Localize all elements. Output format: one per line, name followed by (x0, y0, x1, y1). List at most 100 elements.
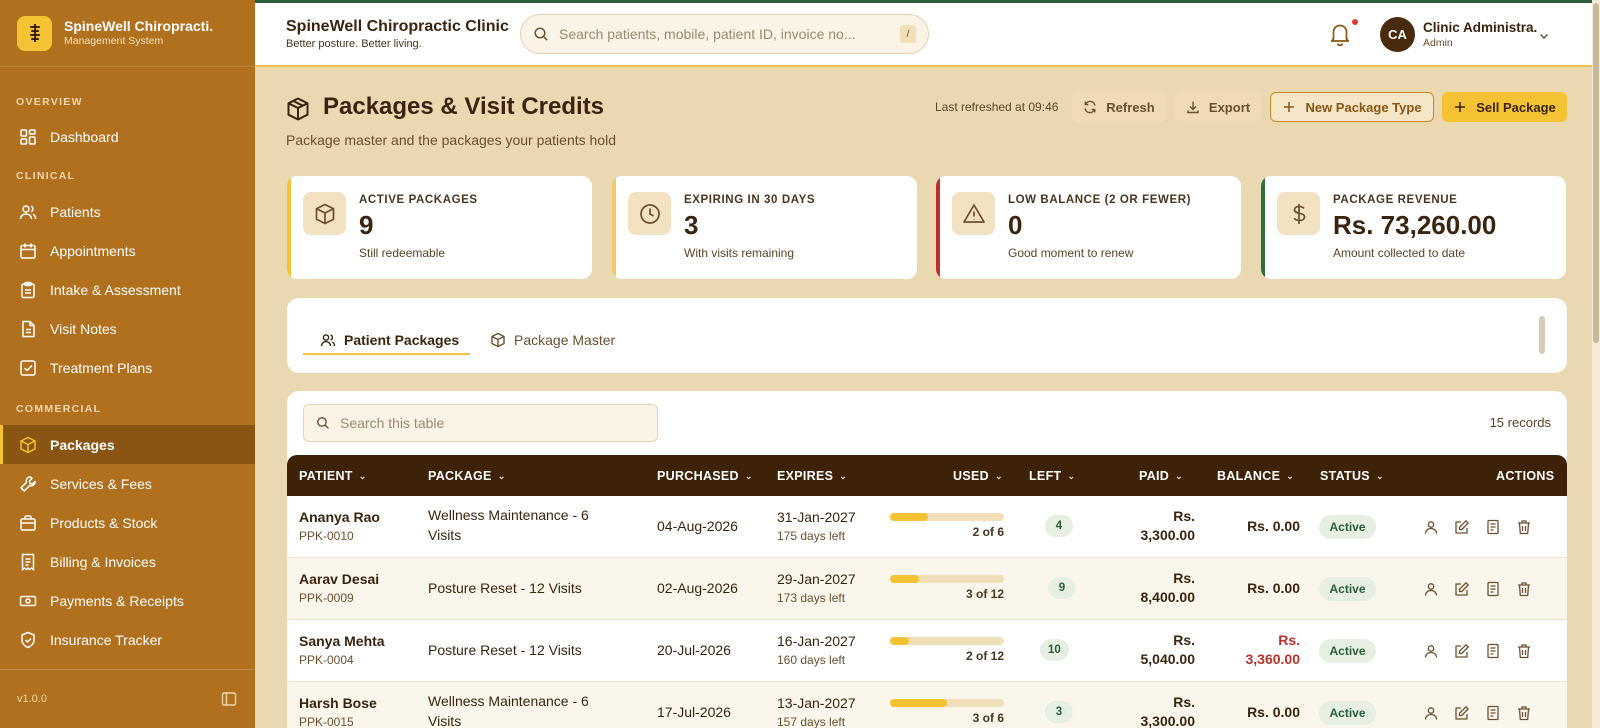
delete-icon[interactable] (1516, 519, 1532, 535)
clock-icon (628, 192, 671, 235)
status-badge: Active (1319, 515, 1376, 539)
sidebar-item-visit-notes[interactable]: Visit Notes (0, 309, 255, 348)
calendar-icon (20, 243, 36, 259)
view-patient-icon[interactable] (1423, 519, 1439, 535)
user-name[interactable]: Clinic Administra. (1423, 20, 1537, 35)
kpi-value: 9 (359, 210, 374, 240)
expiry-date: 16-Jan-2027 (777, 633, 856, 649)
cash-icon (19, 595, 37, 606)
used-count: 3 of 6 (972, 711, 1004, 725)
sidebar-item-label: Visit Notes (50, 320, 117, 337)
tab-package-master[interactable]: Package Master (490, 326, 615, 354)
kpi-accent (1261, 176, 1265, 279)
sidebar-item-intake[interactable]: Intake & Assessment (0, 270, 255, 309)
patient-name[interactable]: Aarav Desai (299, 571, 379, 587)
sort-chevron-icon: ⌄ (497, 470, 506, 481)
sidebar-item-dashboard[interactable]: Dashboard (0, 117, 255, 156)
delete-icon[interactable] (1516, 643, 1532, 659)
sidebar-item-label: Treatment Plans (50, 359, 153, 376)
table-row[interactable]: Sanya Mehta PPK-0004 Posture Reset - 12 … (287, 620, 1567, 682)
invoice-icon[interactable] (1485, 519, 1501, 535)
kpi-label: ACTIVE PACKAGES (359, 194, 478, 206)
refresh-icon (1084, 100, 1096, 114)
col-left[interactable]: LEFT ⌄ (1029, 469, 1075, 483)
collapse-sidebar-icon[interactable] (221, 691, 237, 707)
sidebar-item-insurance[interactable]: Insurance Tracker (0, 620, 255, 659)
kpi-accent (936, 176, 940, 279)
sidebar-item-label: Payments & Receipts (50, 592, 184, 609)
col-package[interactable]: PACKAGE ⌄ (428, 469, 506, 483)
col-used[interactable]: USED ⌄ (953, 469, 1003, 483)
plus-icon (1455, 102, 1466, 112)
sidebar-item-payments[interactable]: Payments & Receipts (0, 581, 255, 620)
view-patient-icon[interactable] (1423, 643, 1439, 659)
edit-icon[interactable] (1454, 705, 1470, 721)
search-placeholder: Search patients, mobile, patient ID, inv… (559, 26, 856, 42)
tabs-scrollbar[interactable] (1539, 316, 1545, 354)
paid-value: 3,300.00 (1140, 713, 1196, 728)
invoice-icon[interactable] (1485, 643, 1501, 659)
avatar[interactable]: CA (1380, 17, 1415, 52)
version-label: v1.0.0 (17, 693, 47, 705)
table-row[interactable]: Harsh Bose PPK-0015 Wellness Maintenance… (287, 682, 1567, 728)
package-name: Wellness Maintenance - 6 (428, 693, 589, 709)
page-scrollbar-thumb[interactable] (1593, 3, 1599, 343)
sidebar-item-appointments[interactable]: Appointments (0, 231, 255, 270)
sidebar-item-services-fees[interactable]: Services & Fees (0, 464, 255, 503)
sell-package-label: Sell Package (1476, 99, 1556, 115)
patient-name[interactable]: Ananya Rao (299, 509, 380, 525)
balance-amount: Rs. 0.00 (1247, 517, 1300, 536)
edit-icon[interactable] (1454, 581, 1470, 597)
sidebar-item-label: Services & Fees (50, 475, 152, 492)
paid-currency: Rs. (1173, 632, 1195, 648)
view-patient-icon[interactable] (1423, 581, 1439, 597)
table-row[interactable]: Aarav Desai PPK-0009 Posture Reset - 12 … (287, 558, 1567, 620)
col-purchased[interactable]: PURCHASED ⌄ (657, 469, 753, 483)
edit-icon[interactable] (1454, 519, 1470, 535)
delete-icon[interactable] (1516, 581, 1532, 597)
col-balance[interactable]: BALANCE ⌄ (1217, 469, 1294, 483)
delete-icon[interactable] (1516, 705, 1532, 721)
box-icon (303, 192, 346, 235)
sidebar-item-label: Billing & Invoices (50, 553, 156, 570)
brand: SpineWell Chiropracti. Management System (0, 0, 255, 67)
days-left: 175 days left (777, 529, 846, 543)
visits-left-badge: 9 (1048, 577, 1076, 599)
col-status[interactable]: STATUS ⌄ (1320, 469, 1384, 483)
sidebar-item-billing[interactable]: Billing & Invoices (0, 542, 255, 581)
global-search-input[interactable]: Search patients, mobile, patient ID, inv… (520, 14, 929, 54)
invoice-icon[interactable] (1485, 581, 1501, 597)
sidebar: SpineWell Chiropracti. Management System… (0, 0, 255, 728)
sidebar-item-packages[interactable]: Packages (0, 425, 255, 464)
table-row[interactable]: Ananya Rao PPK-0010 Wellness Maintenance… (287, 496, 1567, 558)
sidebar-item-products-stock[interactable]: Products & Stock (0, 503, 255, 542)
edit-icon[interactable] (1454, 643, 1470, 659)
view-patient-icon[interactable] (1423, 705, 1439, 721)
col-label: PAID (1139, 469, 1170, 483)
sell-package-button[interactable]: Sell Package (1442, 92, 1567, 122)
refresh-button[interactable]: Refresh (1072, 92, 1166, 122)
patient-name[interactable]: Harsh Bose (299, 695, 377, 711)
package-id: PPK-0009 (299, 591, 354, 605)
purchased-date: 17-Jul-2026 (657, 704, 731, 720)
export-button[interactable]: Export (1175, 92, 1261, 122)
col-expires[interactable]: EXPIRES ⌄ (777, 469, 847, 483)
new-package-type-button[interactable]: New Package Type (1270, 92, 1434, 122)
col-patient[interactable]: PATIENT ⌄ (299, 469, 367, 483)
invoice-icon[interactable] (1485, 705, 1501, 721)
patient-name[interactable]: Sanya Mehta (299, 633, 385, 649)
tab-patient-packages[interactable]: Patient Packages (320, 326, 459, 354)
col-label: STATUS (1320, 469, 1370, 483)
sidebar-item-patients[interactable]: Patients (0, 192, 255, 231)
chevron-down-icon[interactable] (1538, 30, 1550, 42)
sort-chevron-icon: ⌄ (1067, 470, 1076, 481)
table-search-input[interactable]: Search this table (303, 404, 658, 442)
sidebar-item-treatment-plans[interactable]: Treatment Plans (0, 348, 255, 387)
kpi-accent (287, 176, 291, 279)
col-paid[interactable]: PAID ⌄ (1139, 469, 1183, 483)
notification-bell-icon[interactable] (1327, 21, 1353, 47)
nav-section-commercial: COMMERCIAL (16, 403, 102, 415)
clipboard-icon (21, 281, 35, 298)
search-shortcut-key: / (900, 25, 916, 43)
purchased-date: 02-Aug-2026 (657, 580, 738, 596)
